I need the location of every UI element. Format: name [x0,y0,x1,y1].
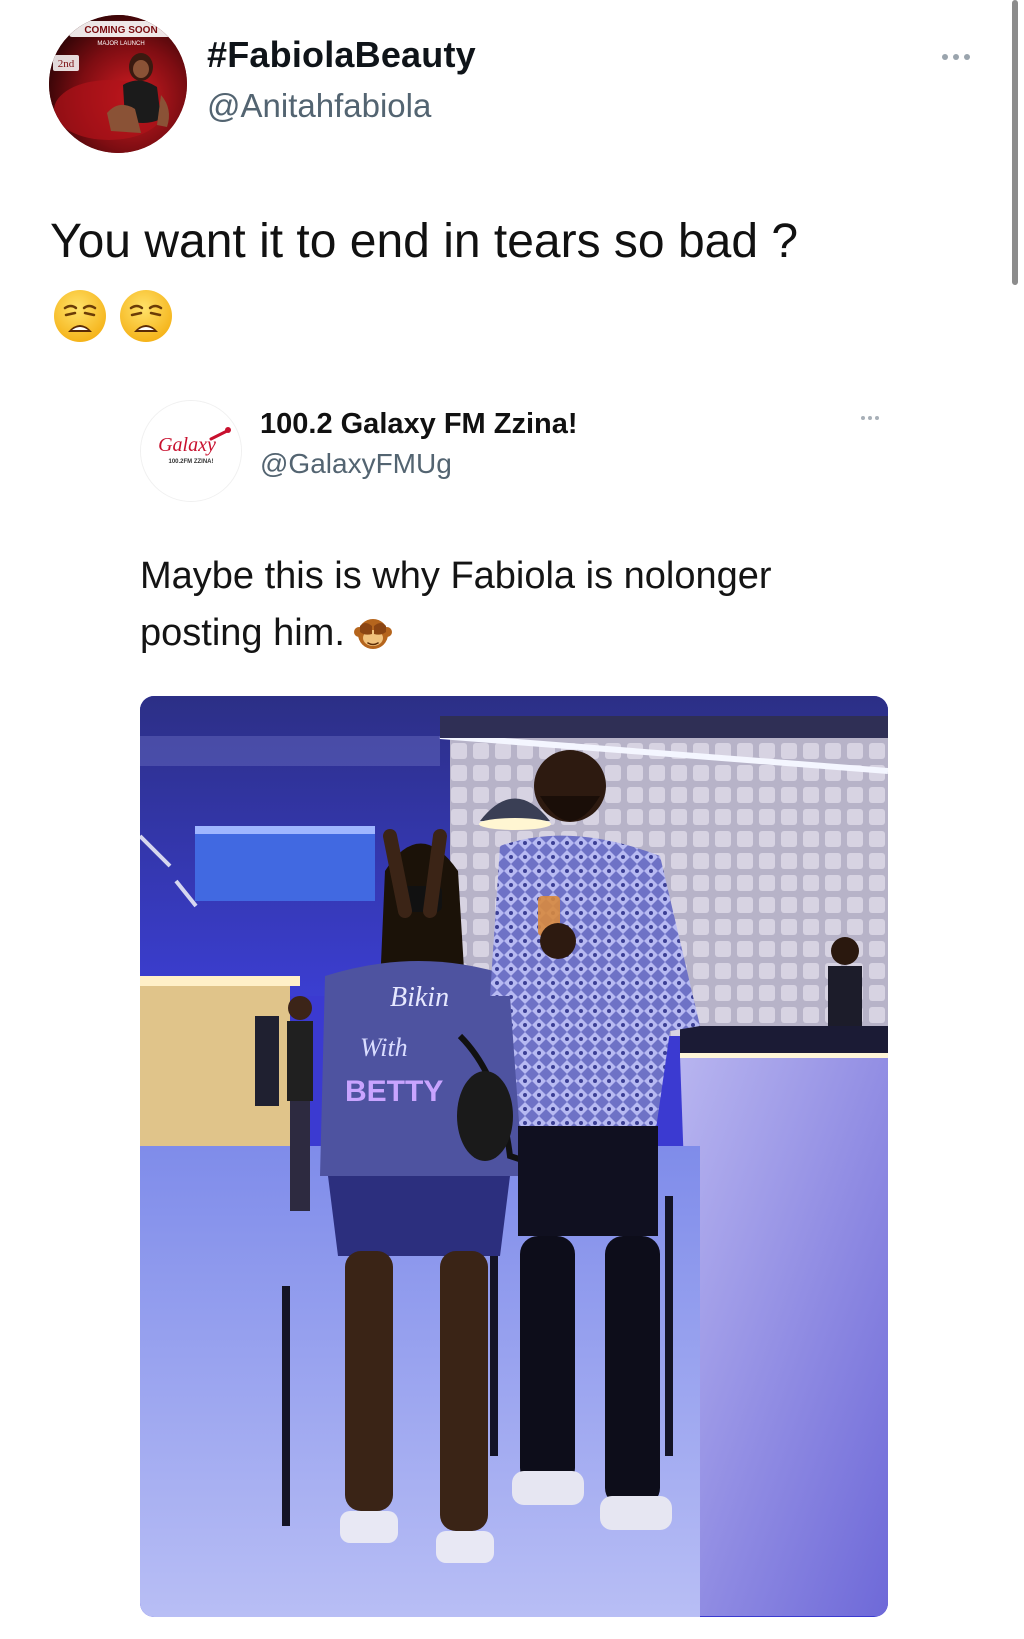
author-name[interactable]: #FabiolaBeauty [207,34,476,76]
more-horizontal-icon [942,54,970,60]
avatar-badge-side: 2nd [58,58,75,70]
tweet-more-button[interactable] [934,46,978,68]
avatar-badge-sub: MAJOR LAUNCH [97,41,144,47]
photo-image: Bikin With BETTY [140,696,888,1617]
quoted-tweet-photo[interactable]: Bikin With BETTY [140,696,888,1617]
tweet-text: You want it to end in tears so bad ? [50,215,799,268]
quoted-tweet-text: Maybe this is why Fabiola is nolonger po… [140,548,880,662]
quoted-author-handle[interactable]: @GalaxyFMUg [260,448,452,480]
quoted-tweet[interactable]: Galaxy 100.2FM ZZINA! 100.2 Galaxy FM Zz… [140,390,896,1625]
quoted-author-avatar[interactable]: Galaxy 100.2FM ZZINA! [140,400,242,502]
shirt-print-3: BETTY [345,1075,443,1108]
weary-face-icon [54,290,106,342]
author-avatar[interactable]: COMING SOON MAJOR LAUNCH 2nd [49,15,187,153]
scrollbar[interactable] [1012,0,1018,285]
galaxy-logo-subtext: 100.2FM ZZINA! [168,459,213,465]
avatar-badge-top: COMING SOON [84,25,157,36]
quoted-tweet-text-content: Maybe this is why Fabiola is nolonger po… [140,555,772,654]
shirt-print-2: With [360,1033,408,1062]
shirt-print-1: Bikin [390,982,449,1013]
more-horizontal-icon [861,416,879,420]
tweet-emojis [52,288,174,344]
see-no-evil-monkey-icon [353,619,392,649]
author-handle[interactable]: @Anitahfabiola [207,87,431,125]
quoted-more-button[interactable] [852,410,888,426]
weary-face-icon [120,290,172,342]
galaxy-logo-text: Galaxy [158,434,216,456]
quoted-author-name[interactable]: 100.2 Galaxy FM Zzina! [260,408,578,441]
galaxy-fm-logo: Galaxy 100.2FM ZZINA! [141,401,241,501]
author-avatar-image: COMING SOON MAJOR LAUNCH 2nd [49,15,187,153]
tweet: COMING SOON MAJOR LAUNCH 2nd #FabiolaBea… [0,0,1024,1639]
